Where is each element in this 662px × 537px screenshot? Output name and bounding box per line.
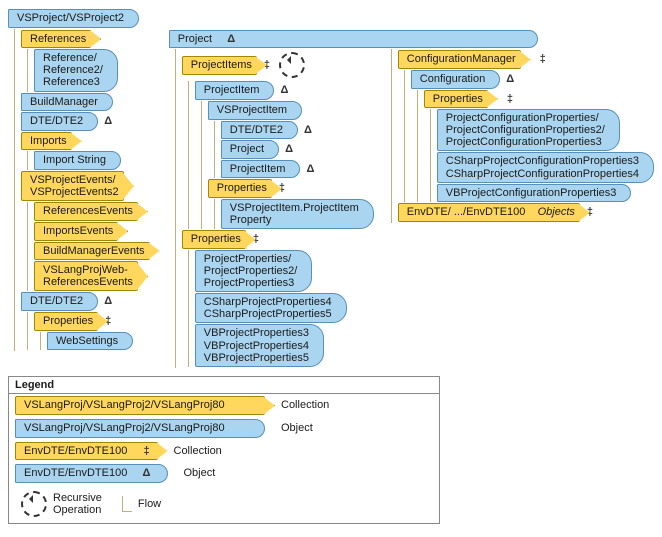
legend-recursive-label: RecursiveOperation	[53, 492, 102, 516]
legend: Legend VSLangProj/VSLangProj2/VSLangProj…	[8, 376, 440, 524]
envdte-collection: EnvDTE/ .../EnvDTE100 Objects	[398, 203, 580, 222]
delta-symbol: Δ	[504, 73, 516, 86]
dte-dte2-object: DTE/DTE2	[21, 112, 98, 131]
websettings-object: WebSettings	[47, 332, 133, 351]
legend-envdte-collection: EnvDTE/EnvDTE100 ‡	[15, 442, 158, 461]
vslangprojweb-events-collection: VSLangProjWeb-ReferencesEvents	[34, 261, 138, 291]
projectitem-object-child: ProjectItem	[221, 160, 301, 179]
legend-envdte-object-label: Object	[184, 467, 434, 480]
projcfg-properties-object: ProjectConfigurationProperties/ProjectCo…	[437, 109, 620, 151]
legend-vslangproj-collection: VSLangProj/VSLangProj2/VSLangProj80	[15, 396, 265, 415]
reference-object: Reference/Reference2/Reference3	[34, 49, 118, 91]
recursive-icon-legend	[21, 491, 47, 517]
delta-symbol: Δ	[304, 163, 316, 176]
root-node: VSProject/VSProject2	[8, 9, 654, 28]
dte-dte2-object-2: DTE/DTE2	[21, 292, 98, 311]
buildmanager-object: BuildManager	[21, 93, 113, 112]
legend-vslangproj-object: VSLangProj/VSLangProj2/VSLangProj80	[15, 419, 265, 438]
legend-title: Legend	[9, 377, 439, 395]
vsprojectitem-object: VSProjectItem	[208, 101, 302, 120]
imports-collection: Imports	[21, 132, 72, 151]
vsprojectitem-property-object: VSProjectItem.ProjectItemProperty	[221, 199, 374, 229]
csharp-projectproperties-object: CSharpProjectProperties4CSharpProjectPro…	[195, 293, 347, 323]
delta-symbol: Δ	[278, 84, 290, 97]
vb-projectproperties-object: VBProjectProperties3VBProjectProperties4…	[195, 324, 324, 366]
csharp-projcfg-properties-object: CSharpProjectConfigurationProperties3CSh…	[437, 152, 654, 182]
properties-collection-cfg: Properties	[424, 90, 488, 109]
references-collection: References	[21, 30, 91, 49]
vsprojectevents-collection: VSProjectEvents/VSProjectEvents2	[21, 171, 124, 201]
legend-envdte-object: EnvDTE/EnvDTE100 Δ	[15, 464, 168, 483]
project-object-child: Project	[221, 140, 279, 159]
vb-projcfg-properties-object: VBProjectConfigurationProperties3	[437, 184, 632, 203]
flow-icon	[122, 496, 132, 512]
projectitems-collection: ProjectItems	[182, 56, 257, 75]
properties-collection: Properties	[34, 312, 98, 331]
project-object: Project Δ	[169, 30, 538, 49]
buildmanager-events-collection: BuildManagerEvents	[34, 242, 150, 261]
ddagger-symbol: ‡	[504, 93, 516, 106]
imports-events-collection: ImportsEvents	[34, 222, 118, 241]
import-string-object: Import String	[34, 151, 121, 170]
delta-symbol: Δ	[225, 33, 237, 46]
references-events-collection: ReferencesEvents	[34, 202, 138, 221]
legend-collection-label: Collection	[281, 399, 433, 412]
properties-collection-item: Properties	[208, 179, 272, 198]
delta-symbol: Δ	[102, 115, 114, 128]
projectproperties-object: ProjectProperties/ProjectProperties2/Pro…	[195, 250, 313, 292]
projectitem-object: ProjectItem	[195, 81, 275, 100]
properties-collection-proj: Properties	[182, 230, 246, 249]
recursive-icon	[279, 52, 305, 78]
delta-symbol: Δ	[102, 295, 114, 308]
delta-symbol: Δ	[283, 143, 295, 156]
vsproject-object: VSProject/VSProject2	[8, 9, 139, 28]
configuration-object: Configuration	[411, 70, 500, 89]
configurationmanager-collection: ConfigurationManager	[398, 50, 521, 69]
delta-symbol: Δ	[302, 124, 314, 137]
legend-object-label: Object	[281, 422, 433, 435]
legend-flow-label: Flow	[138, 498, 161, 511]
dte-dte2-object-3: DTE/DTE2	[221, 121, 298, 140]
ddagger-symbol: ‡	[537, 53, 549, 66]
legend-envdte-collection-label: Collection	[174, 445, 434, 458]
